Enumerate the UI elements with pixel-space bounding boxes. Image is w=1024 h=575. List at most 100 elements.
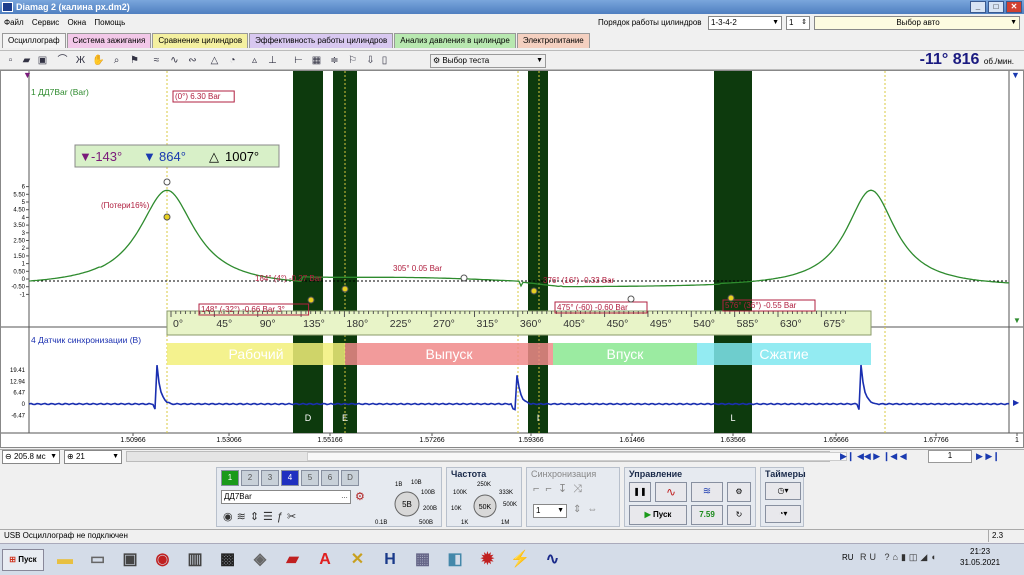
curve-point[interactable] [727,294,735,302]
sensor-select[interactable]: ДД7Bar… [221,490,351,504]
curve-point[interactable] [530,287,538,295]
taskbar-power-icon[interactable]: ⚡ [507,548,533,572]
flag-icon[interactable]: ⚐ [346,54,359,67]
page-nav-controls[interactable]: ▶ ▶❙ [976,451,1000,462]
pause-button[interactable]: ❚❚ [629,482,651,502]
playback-controls[interactable]: ▶❙ ◀◀ ▶ ❙◀ ◀ [840,451,907,462]
horizontal-scrollbar[interactable] [126,451,847,462]
cursor-icon[interactable]: Ж [74,54,87,67]
sync-mode-icons[interactable]: ⌐⌐↧⤨ [533,482,588,496]
channel-select[interactable]: ⊕ 21 ▼ [64,450,122,464]
auto-button[interactable]: ⚙ [727,482,751,502]
channel-button-6[interactable]: 6 [321,470,339,486]
phase-icon[interactable]: ◔ [226,54,239,67]
range-knob[interactable]: 5В 1В 10В 100В 200В 500В 0.1В [373,476,441,526]
oscilloscope-plot[interactable]: DEIL Рабочий Выпуск Впуск Сжатие 0° 45° 90° 13… [1,70,1023,447]
sync-channel-select[interactable]: 1 ▼ [533,504,567,518]
open-folder-icon[interactable]: ▰ [20,54,33,67]
tab-cylinder-efficiency[interactable]: Эффективность работы цилиндров [249,33,394,48]
menu-help[interactable]: Помощь [94,18,125,27]
taskbar-oscilloscope-app-icon[interactable]: ◉ [150,548,176,572]
auto-sync-button[interactable]: ↻ [727,505,751,525]
ruler-icon[interactable]: ⊢ [292,54,305,67]
channel-button-3[interactable]: 3 [261,470,279,486]
taskbar-tool-icon[interactable]: ◈ [247,548,273,572]
channel-button-4[interactable]: 4 [281,470,299,486]
tab-ignition[interactable]: Система зажигания [66,33,152,48]
taskbar-book-icon[interactable]: ◧ [442,548,468,572]
noise-wave-button[interactable]: ≋ [691,482,723,502]
frequency-knob[interactable]: 50K 250K 100K 333K 10K 500K 1K 1M [449,478,521,526]
taskbar-car-icon[interactable]: ▰ [280,548,306,572]
taskbar-chip-icon[interactable]: ▩ [215,548,241,572]
align-icon[interactable]: ≑ [328,54,341,67]
timebase-select[interactable]: ⊖ 205.8 мс ▼ [2,450,60,464]
maximize-button[interactable]: □ [988,1,1004,13]
triangle-icon[interactable]: ▵ [248,54,261,67]
test-select[interactable]: ⚙ Выбор теста ▼ [430,54,546,68]
taskbar-bug-icon[interactable]: ✹ [475,548,501,572]
channel-button-2[interactable]: 2 [241,470,259,486]
minimize-button[interactable]: _ [970,1,986,13]
curve-point[interactable] [163,178,171,186]
taskbar-app-a-icon[interactable]: A [312,548,338,572]
channel-tools-icon[interactable]: ◉≋⇕☰ƒ✂ [223,510,300,523]
curve-point[interactable] [460,274,468,282]
filter-icon[interactable]: ≈ [150,54,163,67]
close-button[interactable]: ✕ [1006,1,1022,13]
wave-icon[interactable]: ∿ [168,54,181,67]
tab-cylinder-compare[interactable]: Сравнение цилиндров [152,33,249,48]
curve-point[interactable] [307,296,315,304]
tab-oscilloscope[interactable]: Осциллограф [2,33,66,48]
cursor-right-top-icon[interactable]: ▼ [1011,70,1020,80]
taskbar-hfm-icon[interactable]: H [377,548,403,572]
oscilloscope-area[interactable]: DEIL Рабочий Выпуск Впуск Сжатие 0° 45° 90° 13… [0,70,1024,448]
taskbar-drive-icon[interactable]: ▭ [85,548,111,572]
curve-point[interactable] [341,285,349,293]
channel-button-5[interactable]: 5 [301,470,319,486]
taskbar-device-icon[interactable]: ▥ [182,548,208,572]
menu-file[interactable]: Файл [4,18,24,27]
overlay-icon[interactable]: ∾ [186,54,199,67]
channel-button-1[interactable]: 1 [221,470,239,486]
save-icon[interactable]: ▣ [36,54,49,67]
cylinder-order-select[interactable]: 1-3-4-2 ▼ [708,16,782,30]
taskbar-folder-icon[interactable]: ▬ [52,548,78,572]
marker-icon[interactable]: ⚑ [128,54,141,67]
curve-point[interactable] [627,295,635,303]
auto-select[interactable]: Выбор авто ▼ [814,16,1020,30]
spark-icon[interactable]: △ [208,54,221,67]
start-menu-button[interactable]: ⊞ Пуск [2,549,44,571]
language-indicator[interactable]: RU [842,553,854,562]
export-icon[interactable]: ⇩ [364,54,377,67]
page-number[interactable]: 1 [928,450,972,463]
grid-icon[interactable]: ▦ [310,54,323,67]
tray-icons[interactable]: RU ?⌂▮◫◢◖ [860,552,939,563]
menu-service[interactable]: Сервис [32,18,59,27]
new-file-icon[interactable]: ▫ [4,54,17,67]
curve-point[interactable] [163,213,171,221]
timer-button-2[interactable]: ◔▾ [765,505,801,523]
start-button[interactable]: ▶ Пуск [629,505,687,525]
sync-edge-icons[interactable]: ⇕⇔ [573,504,603,515]
tab-pressure-analysis[interactable]: Анализ давления в цилиндре [394,33,516,48]
menu-windows[interactable]: Окна [68,18,87,27]
cylinder-number-spinner[interactable]: 1 ⇕ [786,16,810,30]
sync-icon[interactable]: ⊥ [266,54,279,67]
taskbar-calculator-icon[interactable]: ▦ [410,548,436,572]
document-icon[interactable]: ▯ [378,54,391,67]
measure-icon[interactable]: ⌒ [56,54,69,67]
channel-button-D[interactable]: D [341,470,359,486]
channel2-scroll-icon[interactable]: ▶ [1013,398,1020,407]
zoom-icon[interactable]: ⌕ [110,54,123,67]
sensor-settings-icon[interactable]: ⚙ [355,490,365,503]
taskbar-hxd-icon[interactable]: ✕ [345,548,371,572]
taskbar-diamag-icon[interactable]: ∿ [540,548,566,572]
hand-icon[interactable]: ✋ [92,54,105,67]
taskbar-monitor-icon[interactable]: ▣ [117,548,143,572]
cursor-left-top-icon[interactable]: ▼ [23,70,32,80]
tab-power-supply[interactable]: Электропитание [516,33,590,48]
sine-wave-button[interactable]: ∿ [655,482,687,502]
timer-button-1[interactable]: ◷▾ [765,482,801,500]
scrollbar-thumb[interactable] [307,452,847,461]
